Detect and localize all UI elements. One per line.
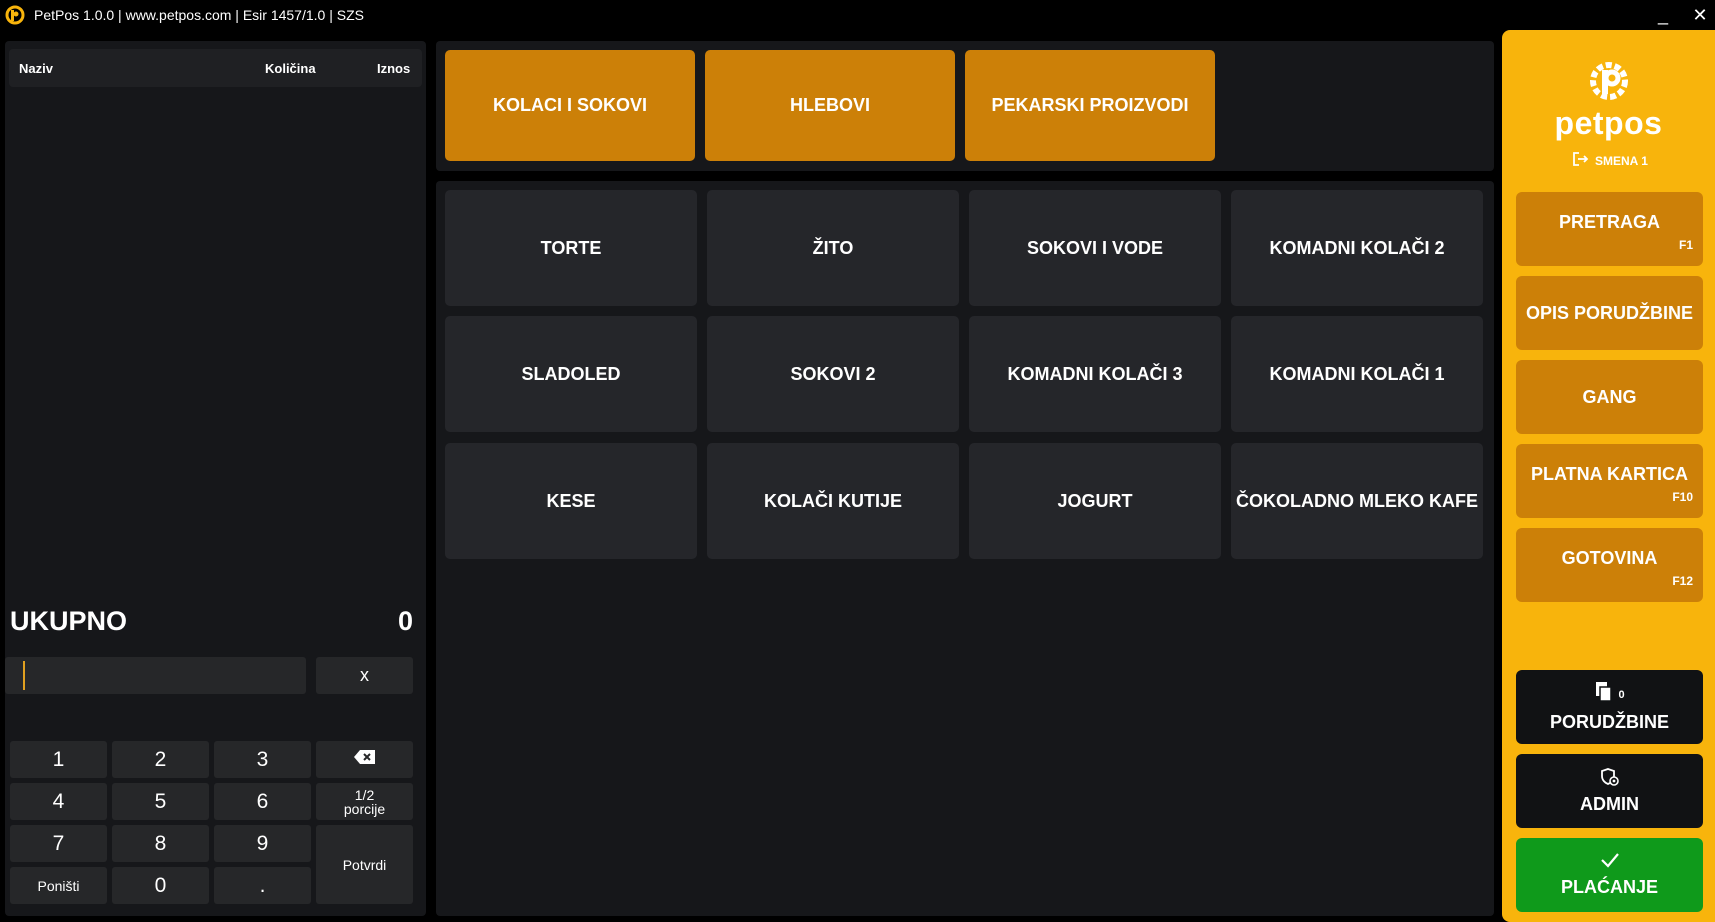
orders-label: PORUDŽBINE (1549, 712, 1669, 732)
payment-button[interactable]: PLAĆANJE (1516, 838, 1703, 912)
key-7[interactable]: 7 (10, 825, 107, 862)
petpos-app-icon (4, 4, 26, 26)
shift-indicator[interactable]: SMENA 1 (1573, 152, 1648, 169)
orders-button[interactable]: 0 PORUDŽBINE (1516, 670, 1703, 744)
clear-input-button[interactable]: x (316, 657, 413, 694)
column-iznos: Iznos (377, 60, 411, 76)
search-shortcut: F1 (1678, 238, 1693, 252)
half-portion-fraction: 1/2 (354, 786, 375, 803)
logo-text: petpos (1554, 105, 1663, 141)
search-button[interactable]: PRETRAGA F1 (1516, 192, 1703, 266)
key-9[interactable]: 9 (214, 825, 311, 862)
half-portion-button[interactable]: 1/2 porcije (316, 783, 413, 820)
key-decimal[interactable]: . (214, 867, 311, 904)
order-table-header: Naziv Količina Iznos (9, 49, 422, 87)
key-1[interactable]: 1 (10, 741, 107, 778)
product-komadni-kolaci-3[interactable]: KOMADNI KOLAČI 3 (969, 316, 1221, 432)
product-jogurt[interactable]: JOGURT (969, 443, 1221, 559)
cancel-button[interactable]: Poništi (10, 867, 107, 904)
petpos-logo: petpos (1502, 58, 1715, 142)
key-8[interactable]: 8 (112, 825, 209, 862)
card-payment-label: PLATNA KARTICA (1531, 463, 1688, 484)
key-3[interactable]: 3 (214, 741, 311, 778)
text-cursor (23, 661, 25, 690)
key-6[interactable]: 6 (214, 783, 311, 820)
gang-button[interactable]: GANG (1516, 360, 1703, 434)
order-description-button[interactable]: OPIS PORUDŽBINE (1516, 276, 1703, 350)
cash-payment-button[interactable]: GOTOVINA F12 (1516, 528, 1703, 602)
half-portion-label: porcije (343, 800, 386, 817)
admin-shield-icon (1600, 767, 1620, 792)
orders-count-group: 0 (1594, 681, 1625, 708)
petpos-logo-icon (1584, 58, 1634, 109)
confirm-button[interactable]: Potvrdi (316, 825, 413, 904)
category-kolaci-i-sokovi[interactable]: KOLACI I SOKOVI (445, 50, 695, 161)
orders-count: 0 (1618, 688, 1625, 701)
cash-payment-shortcut: F12 (1672, 574, 1693, 588)
close-button[interactable]: ✕ (1685, 0, 1715, 30)
backspace-icon (353, 749, 377, 770)
quantity-input[interactable] (5, 657, 306, 694)
payment-label: PLAĆANJE (1560, 877, 1658, 897)
product-kolaci-kutije[interactable]: KOLAČI KUTIJE (707, 443, 959, 559)
card-payment-shortcut: F10 (1672, 490, 1693, 504)
category-hlebovi[interactable]: HLEBOVI (705, 50, 955, 161)
key-2[interactable]: 2 (112, 741, 209, 778)
documents-icon (1594, 681, 1614, 708)
admin-button[interactable]: ADMIN (1516, 754, 1703, 828)
total-value: 0 (397, 605, 413, 636)
shift-label: SMENA 1 (1595, 153, 1648, 168)
product-kese[interactable]: KESE (445, 443, 697, 559)
category-pekarski-proizvodi[interactable]: PEKARSKI PROIZVODI (965, 50, 1215, 161)
minimize-button[interactable]: _ (1648, 0, 1678, 30)
checkmark-icon (1600, 852, 1620, 873)
backspace-button[interactable] (316, 741, 413, 778)
card-payment-button[interactable]: PLATNA KARTICA F10 (1516, 444, 1703, 518)
order-total: UKUPNO 0 (5, 601, 418, 641)
product-komadni-kolaci-1[interactable]: KOMADNI KOLAČI 1 (1231, 316, 1483, 432)
product-sokovi-2[interactable]: SOKOVI 2 (707, 316, 959, 432)
cash-payment-label: GOTOVINA (1561, 547, 1658, 568)
product-sokovi-i-vode[interactable]: SOKOVI I VODE (969, 190, 1221, 306)
key-4[interactable]: 4 (10, 783, 107, 820)
total-label: UKUPNO (10, 605, 128, 636)
title-bar: PetPos 1.0.0 | www.petpos.com | Esir 145… (0, 0, 1715, 30)
product-torte[interactable]: TORTE (445, 190, 697, 306)
product-zito[interactable]: ŽITO (707, 190, 959, 306)
key-0[interactable]: 0 (112, 867, 209, 904)
product-komadni-kolaci-2[interactable]: KOMADNI KOLAČI 2 (1231, 190, 1483, 306)
product-cokoladno-mleko-kafe[interactable]: ČOKOLADNO MLEKO KAFE (1231, 443, 1483, 559)
key-5[interactable]: 5 (112, 783, 209, 820)
logout-icon (1573, 152, 1589, 169)
search-button-label: PRETRAGA (1558, 211, 1660, 232)
window-title: PetPos 1.0.0 | www.petpos.com | Esir 145… (34, 7, 364, 23)
column-kolicina: Količina (265, 60, 316, 76)
column-naziv: Naziv (19, 60, 53, 76)
product-sladoled[interactable]: SLADOLED (445, 316, 697, 432)
admin-label: ADMIN (1580, 794, 1639, 814)
